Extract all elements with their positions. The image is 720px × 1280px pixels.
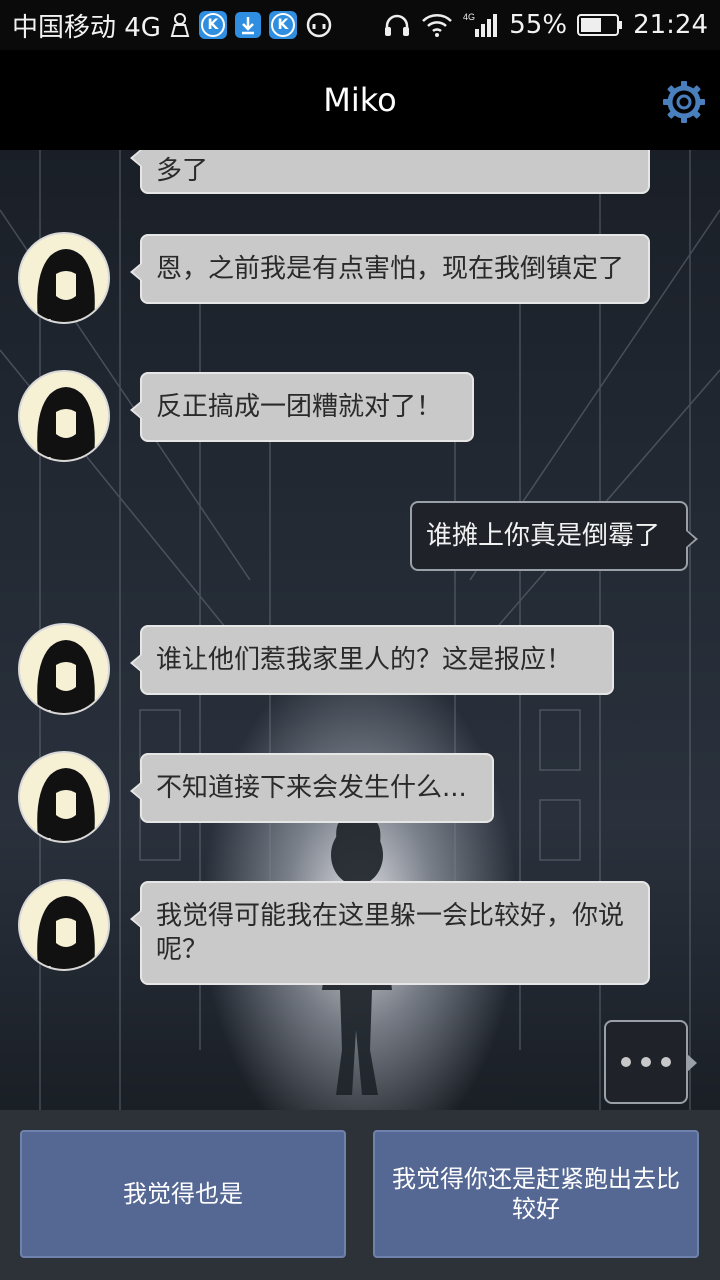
headphones-icon xyxy=(383,12,411,38)
avatar[interactable] xyxy=(18,751,110,843)
battery-icon xyxy=(577,13,623,37)
status-bar: 中国移动 4G K K 4G 55% 21:24 xyxy=(0,0,720,50)
typing-dot xyxy=(641,1057,651,1067)
music-headset-icon xyxy=(305,11,333,39)
download-icon xyxy=(234,12,261,38)
page-title: Miko xyxy=(323,81,397,119)
typing-indicator xyxy=(604,1020,697,1104)
carrier-label: 中国移动 4G xyxy=(12,12,161,43)
title-bar: Miko xyxy=(0,50,720,150)
kugou-icon-2: K xyxy=(268,11,297,39)
chat-bubble-received: 反正搞成一团糟就对了！ xyxy=(130,372,474,442)
baby-icon xyxy=(169,12,191,38)
gear-icon[interactable] xyxy=(662,80,706,124)
clock: 21:24 xyxy=(633,10,708,40)
chat-bubble-received: 恩，之前我是有点害怕，现在我倒镇定了 xyxy=(130,234,650,304)
battery-percent: 55% xyxy=(509,10,568,40)
reply-option-button[interactable]: 我觉得也是 xyxy=(20,1130,346,1258)
chat-bubble-sent: 谁摊上你真是倒霉了 xyxy=(410,501,698,571)
avatar[interactable] xyxy=(18,879,110,971)
chat-bubble-received: 不知道接下来会发生什么... xyxy=(130,753,494,823)
reply-option-button[interactable]: 我觉得你还是赶紧跑出去比较好 xyxy=(373,1130,699,1258)
wifi-icon xyxy=(421,12,453,38)
svg-text:4G: 4G xyxy=(463,12,475,22)
chat-bubble-received: 我觉得可能我在这里躲一会比较好，你说呢？ xyxy=(130,881,650,985)
chat-bubble-received: 多了 xyxy=(130,150,650,194)
kugou-icon: K xyxy=(198,11,227,39)
avatar[interactable] xyxy=(18,623,110,715)
typing-dot xyxy=(661,1057,671,1067)
reply-options-bar: 我觉得也是 我觉得你还是赶紧跑出去比较好 xyxy=(0,1110,720,1280)
chat-area[interactable]: 多了 恩，之前我是有点害怕，现在我倒镇定了 反正搞成一团糟就对了！ 谁摊上你真是… xyxy=(0,150,720,1110)
typing-dot xyxy=(621,1057,631,1067)
chat-bubble-received: 谁让他们惹我家里人的？这是报应！ xyxy=(130,625,614,695)
avatar[interactable] xyxy=(18,370,110,462)
signal-icon: 4G xyxy=(463,11,499,39)
avatar[interactable] xyxy=(18,232,110,324)
